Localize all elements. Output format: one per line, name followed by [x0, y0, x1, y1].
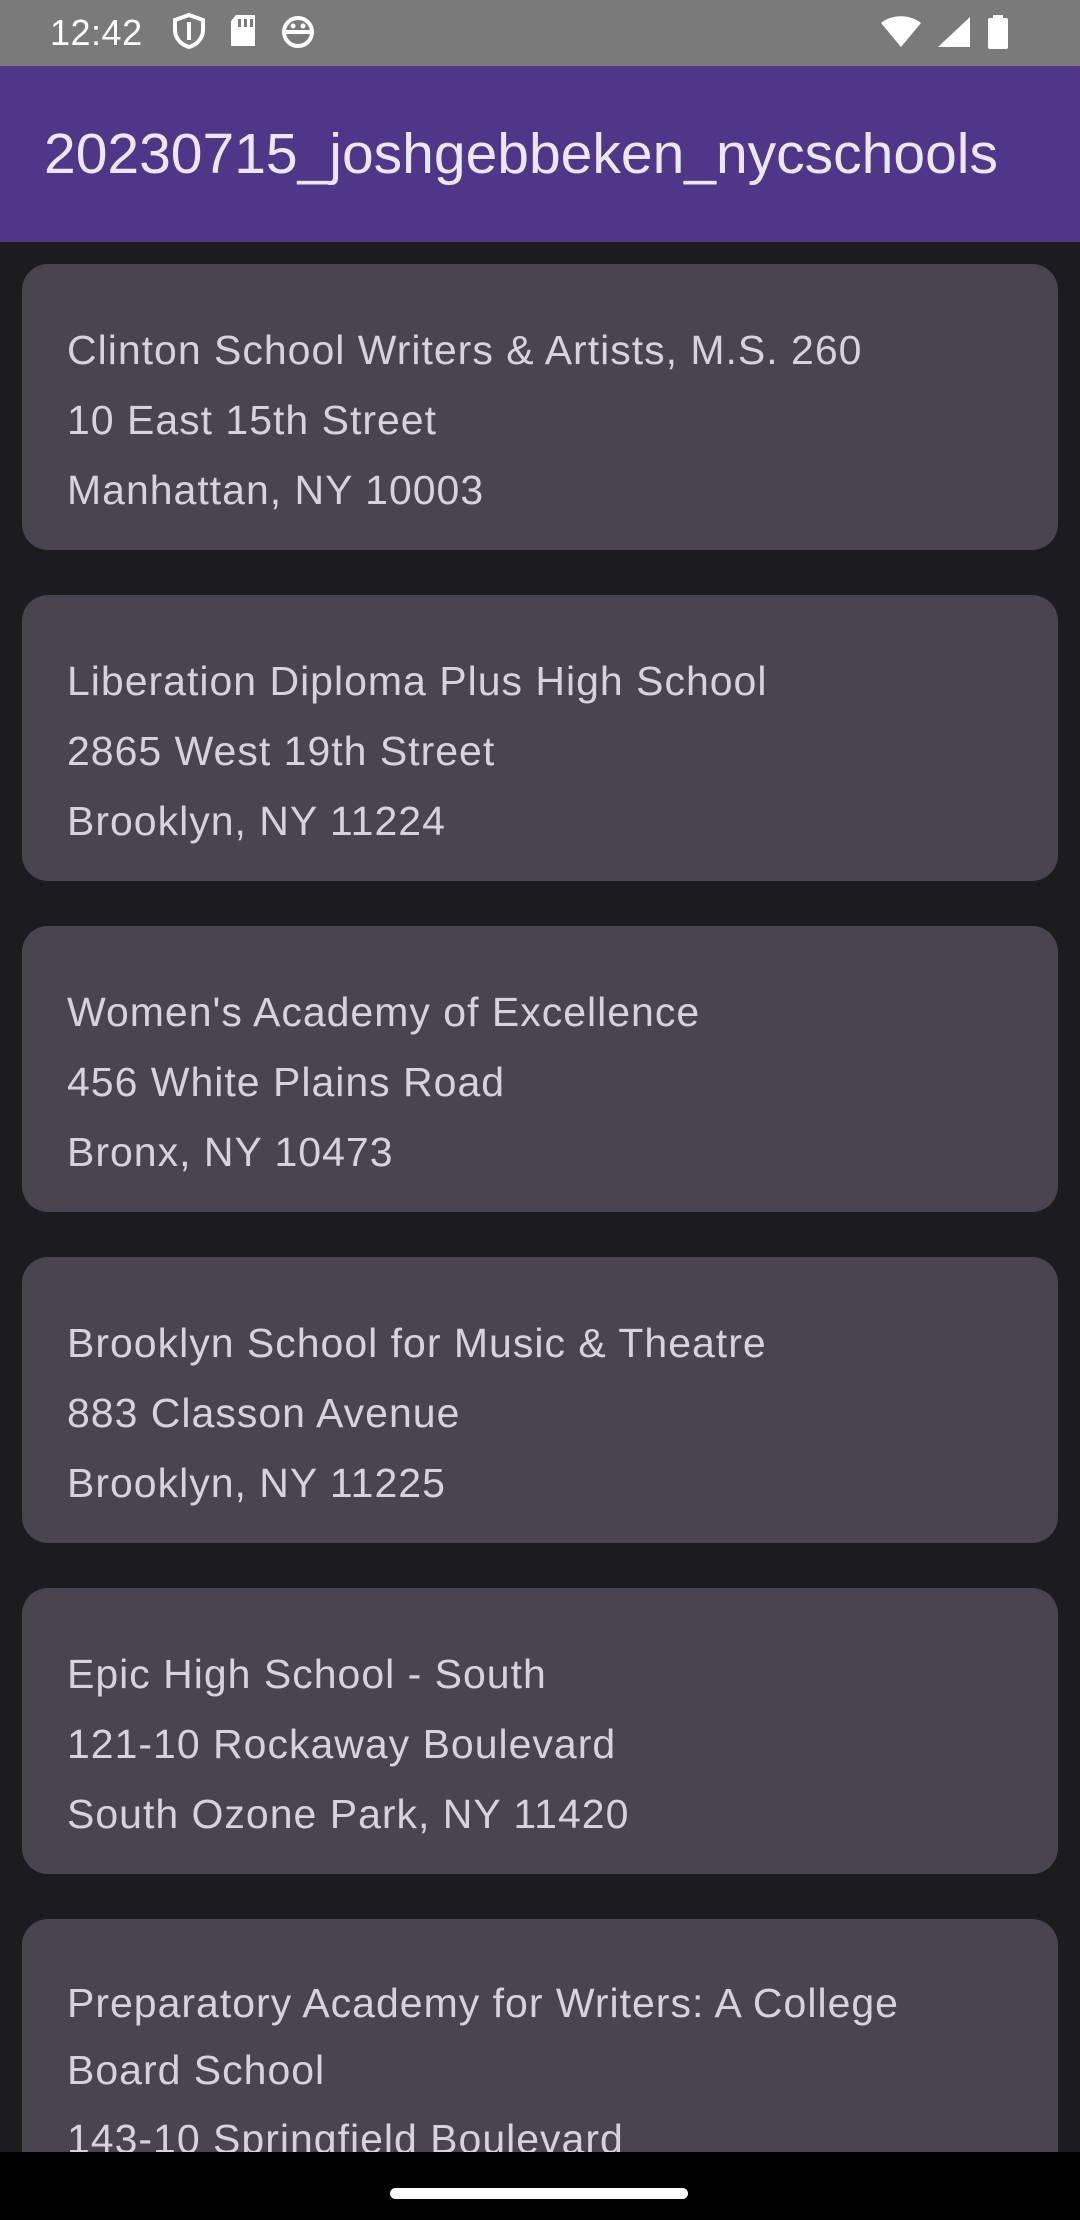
status-notification-icons	[172, 13, 316, 49]
school-card[interactable]: Women's Academy of Excellence 456 White …	[22, 926, 1058, 1212]
app-title: 20230715_joshgebbeken_nycschools	[44, 122, 998, 186]
status-bar: 12:42	[0, 0, 1080, 66]
school-card[interactable]: Preparatory Academy for Writers: A Colle…	[22, 1919, 1058, 2152]
status-system-icons	[880, 14, 1010, 50]
school-card[interactable]: Clinton School Writers & Artists, M.S. 2…	[22, 264, 1058, 550]
school-name: Preparatory Academy for Writers: A Colle…	[67, 1980, 899, 2093]
school-address: 883 Classon Avenue	[67, 1390, 461, 1436]
school-card[interactable]: Epic High School - South 121-10 Rockaway…	[22, 1588, 1058, 1874]
school-name: Liberation Diploma Plus High School	[67, 658, 768, 704]
school-name: Clinton School Writers & Artists, M.S. 2…	[67, 327, 863, 373]
android-debug-icon	[280, 13, 316, 49]
wifi-icon	[880, 15, 922, 49]
school-list[interactable]: Clinton School Writers & Artists, M.S. 2…	[0, 242, 1080, 2152]
screen: 12:42 20230715_joshgebbeken_nycschools C…	[0, 0, 1080, 2220]
app-bar: 20230715_joshgebbeken_nycschools	[0, 66, 1080, 242]
battery-icon	[986, 14, 1010, 50]
school-city: Manhattan, NY 10003	[67, 467, 485, 513]
school-name: Epic High School - South	[67, 1651, 547, 1697]
school-address: 456 White Plains Road	[67, 1059, 506, 1105]
school-name: Women's Academy of Excellence	[67, 989, 701, 1035]
school-address: 10 East 15th Street	[67, 397, 438, 443]
school-address: 2865 West 19th Street	[67, 728, 496, 774]
school-card[interactable]: Liberation Diploma Plus High School 2865…	[22, 595, 1058, 881]
school-address: 121-10 Rockaway Boulevard	[67, 1721, 617, 1767]
status-time: 12:42	[50, 12, 143, 53]
school-address: 143-10 Springfield Boulevard	[67, 2116, 624, 2152]
school-city: South Ozone Park, NY 11420	[67, 1791, 630, 1837]
school-city: Bronx, NY 10473	[67, 1129, 394, 1175]
school-card[interactable]: Brooklyn School for Music & Theatre 883 …	[22, 1257, 1058, 1543]
home-gesture-handle[interactable]	[390, 2188, 688, 2199]
school-name: Brooklyn School for Music & Theatre	[67, 1320, 767, 1366]
shield-icon	[172, 13, 206, 49]
sd-card-icon	[228, 13, 258, 49]
school-city: Brooklyn, NY 11225	[67, 1460, 446, 1506]
school-city: Brooklyn, NY 11224	[67, 798, 446, 844]
navigation-bar	[0, 2152, 1080, 2220]
cellular-signal-icon	[936, 15, 972, 49]
